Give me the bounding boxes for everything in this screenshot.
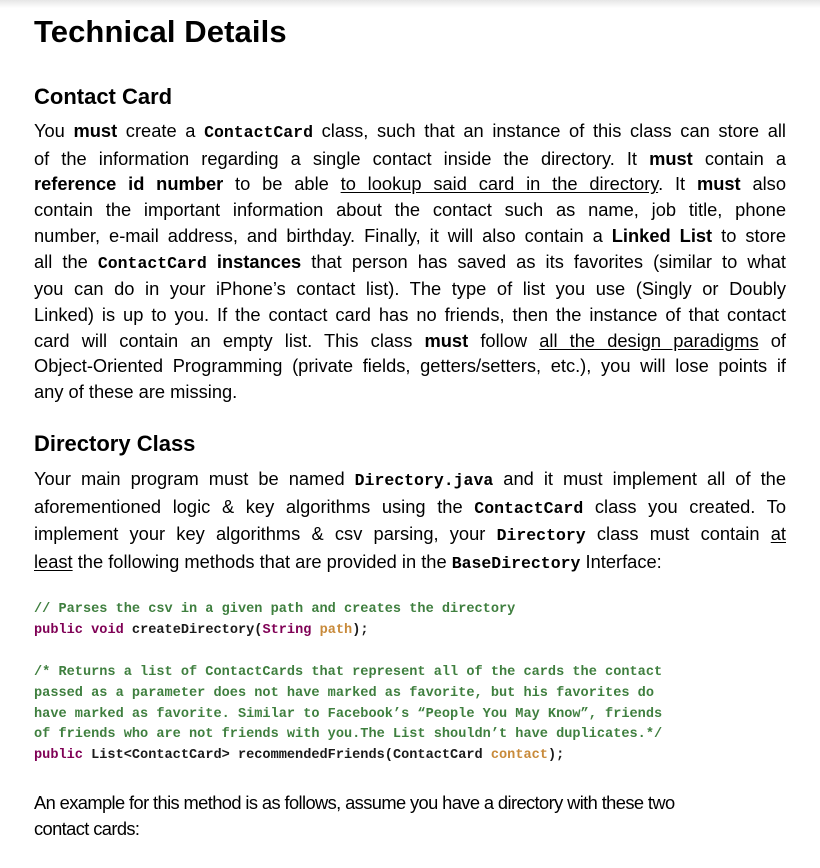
inline-code: ContactCard	[97, 253, 207, 273]
inline-code: Directory.java	[354, 471, 494, 490]
bold-text: instances	[216, 250, 302, 272]
underlined-text: least	[34, 551, 73, 573]
closing-line: An example for this method is as follows…	[34, 792, 675, 813]
code-line: // Parses the csv in a given path and cr…	[34, 600, 515, 621]
closing-line: contact cards:	[34, 817, 140, 839]
paragraph-line: any of these are missing.	[34, 381, 238, 403]
code-comment: /* Returns a list of ContactCards that r…	[34, 665, 663, 680]
contact-card-paragraph: You must create a ContactCard class, suc…	[34, 118, 786, 405]
paragraph-line: You must create a ContactCard class, suc…	[34, 120, 786, 142]
paragraph-line: reference id number to be able to lookup…	[34, 173, 786, 195]
bold-text: must	[73, 120, 118, 141]
paragraph-line: least the following methods that are pro…	[34, 551, 662, 574]
bold-text: Linked List	[611, 224, 713, 246]
code-comment: passed as a parameter does not have mark…	[34, 685, 654, 701]
paragraph-line: aforementioned logic & key algorithms us…	[34, 495, 786, 518]
section-heading-contact-card: Contact Card	[34, 84, 173, 109]
paragraph-line: Object-Oriented Programming (private fie…	[34, 355, 786, 377]
directory-class-paragraph: Your main program must be named Director…	[34, 466, 786, 577]
bold-text: reference id number	[34, 173, 224, 195]
inline-code: BaseDirectory	[451, 554, 581, 574]
underlined-text: at	[770, 523, 786, 545]
bold-text: must	[649, 147, 693, 169]
code-parameter: contact	[490, 748, 548, 764]
paragraph-line: all the ContactCard instances that perso…	[34, 250, 786, 273]
code-keyword: public	[34, 622, 83, 638]
inline-code: ContactCard	[204, 123, 313, 142]
paragraph-line: of the information regarding a single co…	[34, 147, 786, 169]
code-line: public void createDirectory(String path)…	[34, 622, 369, 638]
code-keyword: String	[262, 622, 312, 638]
closing-paragraph: An example for this method is as follows…	[34, 790, 786, 841]
bold-text: must	[696, 173, 741, 195]
paragraph-line: Your main program must be named Director…	[34, 468, 786, 490]
bold-text: must	[424, 329, 469, 351]
code-line: public List<ContactCard> recommendedFrie…	[34, 748, 565, 764]
code-line: of friends who are not friends with you.…	[34, 725, 662, 746]
code-comment: have marked as favorite. Similar to Face…	[34, 706, 663, 722]
code-parameter: path	[319, 622, 353, 638]
code-line: passed as a parameter does not have mark…	[34, 684, 662, 705]
code-comment: of friends who are not friends with you.…	[34, 727, 663, 743]
paragraph-line: Linked) is up to you. If the contact car…	[34, 303, 786, 325]
underlined-text: all the design paradigms	[539, 329, 759, 351]
paragraph-line: you can do in your iPhone’s contact list…	[34, 278, 786, 300]
page-title: Technical Details	[34, 14, 287, 49]
code-keyword: void	[91, 622, 124, 638]
top-shadow	[0, 0, 820, 8]
underlined-text: to lookup said card in the directory	[340, 173, 659, 195]
code-keyword: public	[34, 748, 83, 764]
paragraph-line: implement your key algorithms & csv pars…	[34, 523, 786, 546]
paragraph-line: card will contain an empty list. This cl…	[34, 329, 786, 351]
code-line: /* Returns a list of ContactCards that r…	[34, 663, 662, 684]
code-comment: // Parses the csv in a given path and cr…	[34, 602, 516, 617]
paragraph-line: contain the important information about …	[34, 199, 786, 221]
inline-code: Directory	[496, 526, 586, 546]
code-block-create-directory: // Parses the csv in a given path and cr…	[34, 600, 515, 642]
code-line: have marked as favorite. Similar to Face…	[34, 705, 662, 726]
paragraph-line: number, e-mail address, and birthday. Fi…	[34, 224, 787, 246]
section-heading-directory-class: Directory Class	[34, 431, 196, 456]
code-block-recommended-friends: /* Returns a list of ContactCards that r…	[34, 663, 662, 767]
inline-code: ContactCard	[474, 498, 584, 518]
